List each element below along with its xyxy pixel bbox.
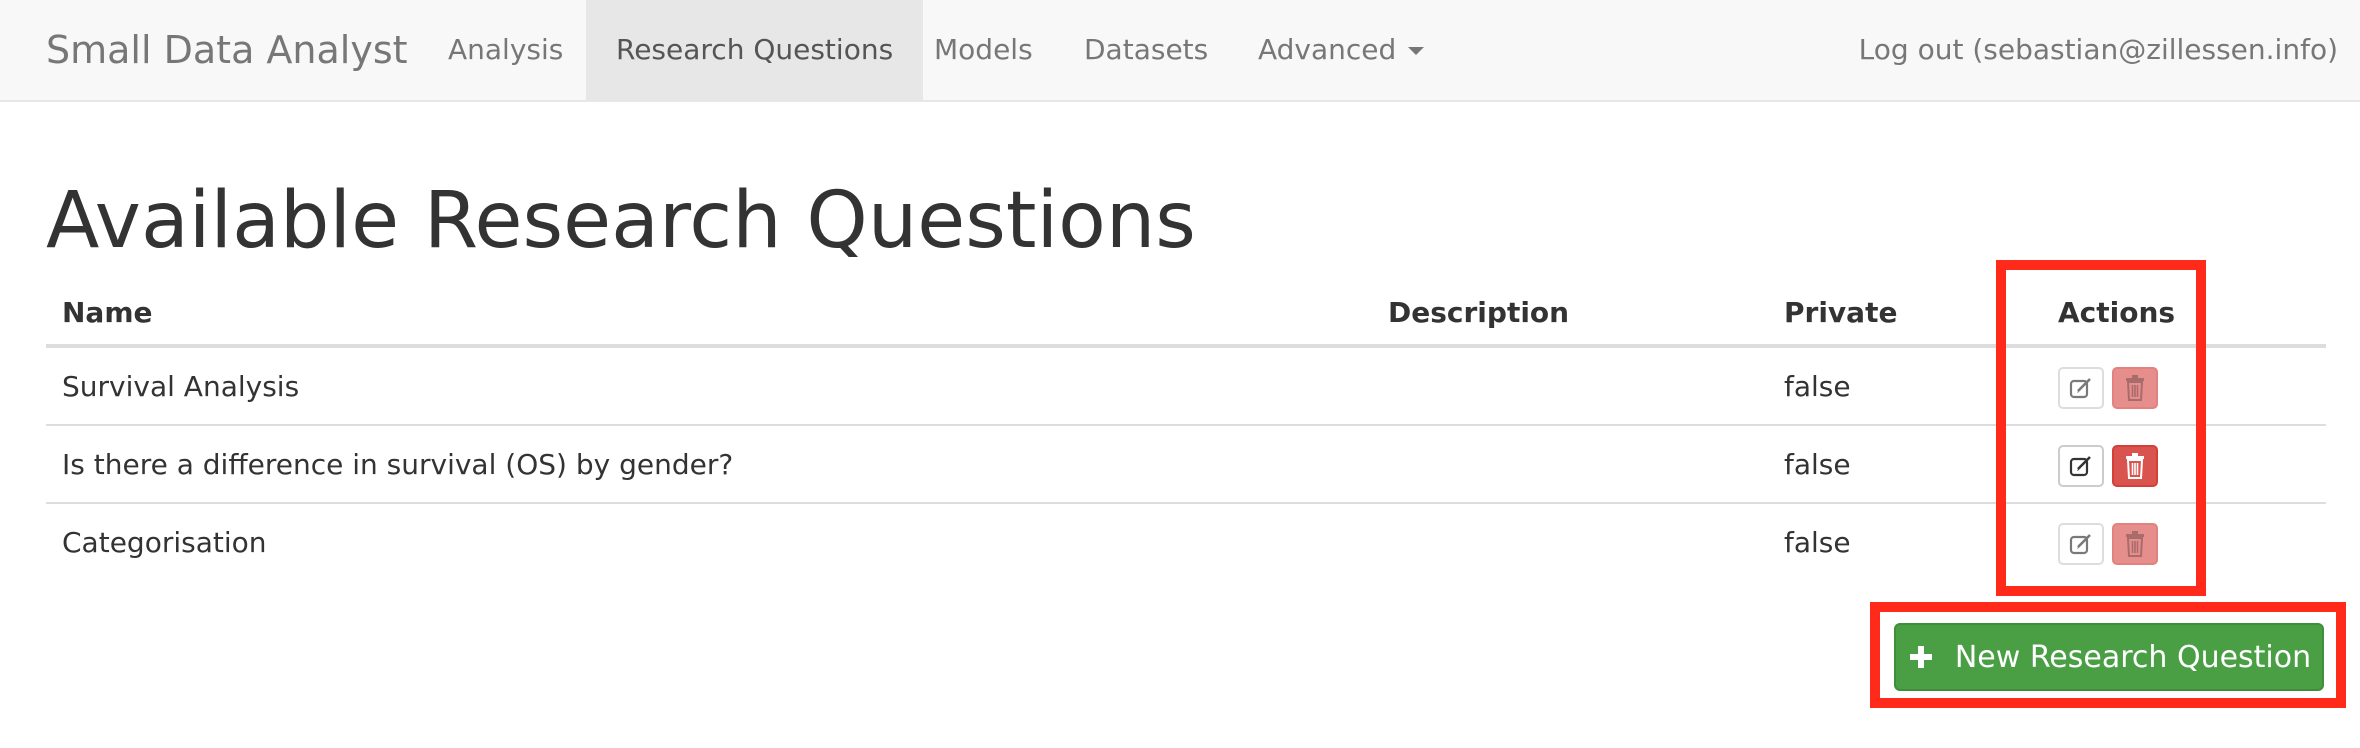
research-questions-table: Name Description Private Actions Surviva… — [46, 270, 2326, 582]
actions-highlight-box — [1996, 260, 2206, 596]
row-name: Is there a difference in survival (OS) b… — [62, 448, 734, 481]
nav-advanced-dropdown[interactable]: Advanced — [1228, 0, 1454, 100]
header-name[interactable]: Name — [62, 270, 153, 348]
logout-link[interactable]: Log out (sebastian@zillessen.info) — [1859, 0, 2338, 100]
nav-models[interactable]: Models — [904, 0, 1063, 100]
nav-advanced-label: Advanced — [1258, 33, 1397, 66]
row-private: false — [1784, 448, 1851, 481]
row-private: false — [1784, 526, 1851, 559]
row-name: Categorisation — [62, 526, 267, 559]
caret-down-icon — [1408, 47, 1425, 55]
table-row: Categorisation false — [46, 504, 2326, 582]
nav-research-questions[interactable]: Research Questions — [586, 0, 924, 100]
table-row: Survival Analysis false — [46, 348, 2326, 426]
row-name: Survival Analysis — [62, 370, 300, 403]
header-description[interactable]: Description — [1388, 270, 1569, 348]
table-header: Name Description Private Actions — [46, 270, 2326, 348]
brand-link[interactable]: Small Data Analyst — [46, 0, 408, 100]
nav-analysis[interactable]: Analysis — [418, 0, 593, 100]
new-button-highlight-box — [1870, 602, 2346, 708]
page-title: Available Research Questions — [46, 176, 1196, 266]
navbar: Small Data Analyst Analysis Research Que… — [0, 0, 2360, 102]
row-private: false — [1784, 370, 1851, 403]
header-private[interactable]: Private — [1784, 270, 1897, 348]
table-row: Is there a difference in survival (OS) b… — [46, 426, 2326, 504]
nav-datasets[interactable]: Datasets — [1054, 0, 1238, 100]
